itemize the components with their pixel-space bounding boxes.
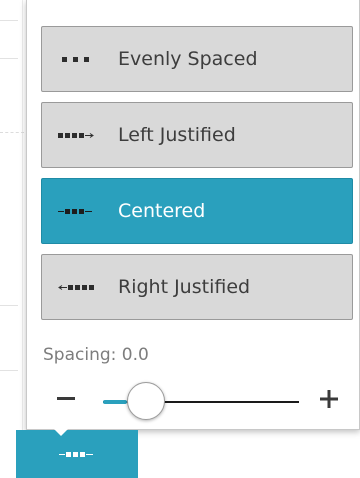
spacing-label: Spacing: 0.0: [43, 345, 149, 365]
canvas-guide-line: [0, 132, 24, 134]
decrease-spacing-button[interactable]: [55, 377, 77, 421]
slider-thumb[interactable]: [127, 382, 165, 420]
canvas-guide-line: [0, 370, 18, 371]
slider-fill: [103, 400, 127, 404]
plus-icon: [320, 390, 338, 408]
option-right-justified[interactable]: Right Justified: [41, 254, 353, 320]
left-justified-icon: [48, 103, 104, 167]
minus-icon: [57, 397, 75, 400]
option-label: Evenly Spaced: [118, 48, 258, 70]
option-evenly-spaced[interactable]: Evenly Spaced: [41, 26, 353, 92]
option-label: Right Justified: [118, 276, 251, 298]
alignment-popover: Evenly Spaced Left Justified Centered Ri…: [26, 0, 360, 430]
option-label: Centered: [118, 200, 206, 222]
alignment-toolbar-button[interactable]: [16, 429, 138, 478]
canvas-guide-line: [0, 305, 18, 306]
centered-icon: [59, 452, 93, 457]
popover-pointer: [54, 429, 68, 436]
option-centered[interactable]: Centered: [41, 178, 353, 244]
spacing-slider[interactable]: [103, 382, 299, 422]
canvas-guide-line: [0, 58, 18, 59]
centered-icon: [48, 179, 104, 243]
right-justified-icon: [48, 255, 104, 319]
option-left-justified[interactable]: Left Justified: [41, 102, 353, 168]
canvas-guide-line: [22, 0, 23, 430]
increase-spacing-button[interactable]: [316, 377, 342, 421]
evenly-spaced-icon: [48, 27, 104, 91]
canvas-guide-line: [0, 20, 18, 21]
option-label: Left Justified: [118, 124, 236, 146]
